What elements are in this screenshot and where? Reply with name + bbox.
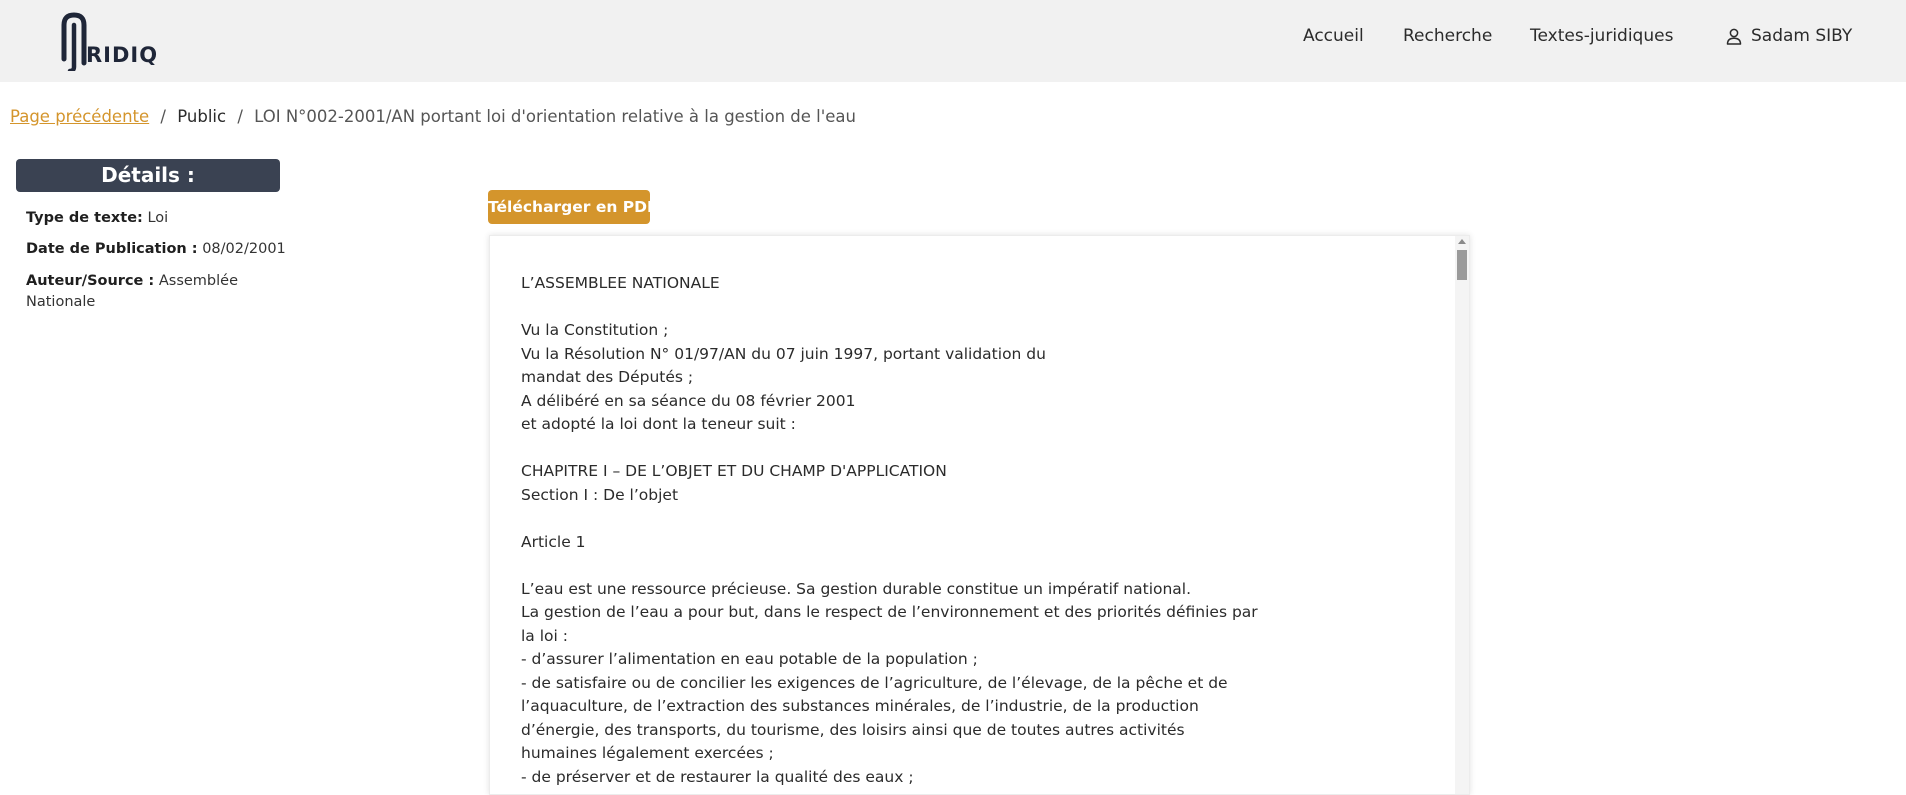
- document-text: L’ASSEMBLEE NATIONALE Vu la Constitution …: [521, 272, 1341, 789]
- nav-link-legal-texts[interactable]: Textes-juridiques: [1530, 26, 1673, 46]
- document-line: - d’assurer l’alimentation en eau potabl…: [521, 650, 978, 668]
- site-logo[interactable]: RIDIQ: [58, 11, 158, 71]
- document-line: - de satisfaire ou de concilier les exig…: [521, 673, 1228, 692]
- breadcrumb: Page précédente / Public / LOI N°002-200…: [10, 107, 856, 126]
- scroll-up-icon[interactable]: [1458, 239, 1466, 244]
- detail-publication-date: Date de Publication : 08/02/2001: [26, 239, 286, 260]
- logo-text: RIDIQ: [86, 43, 159, 67]
- top-navbar: RIDIQ Accueil Recherche Textes-juridique…: [0, 0, 1906, 82]
- document-line: Article 1: [521, 532, 586, 551]
- document-line: et adopté la loi dont la teneur suit :: [521, 415, 796, 433]
- user-menu[interactable]: Sadam SIBY: [1726, 26, 1852, 46]
- detail-label: Type de texte:: [26, 210, 143, 226]
- download-pdf-button[interactable]: Télécharger en PDF: [488, 190, 658, 224]
- user-name: Sadam SIBY: [1751, 26, 1853, 46]
- document-line: Vu la Constitution ;: [521, 321, 669, 339]
- detail-value: Loi: [147, 210, 169, 226]
- detail-value: 08/02/2001: [202, 241, 286, 257]
- detail-text-type: Type de texte: Loi: [26, 208, 168, 229]
- details-heading: Détails :: [16, 159, 280, 192]
- detail-label: Date de Publication :: [26, 241, 198, 257]
- breadcrumb-current: LOI N°002-2001/AN portant loi d'orientat…: [254, 107, 856, 126]
- document-line: la loi :: [521, 626, 568, 645]
- document-scrollbar[interactable]: [1455, 236, 1469, 794]
- document-line: Vu la Résolution N° 01/97/AN du 07 juin …: [521, 344, 1046, 363]
- document-line: mandat des Députés ;: [521, 368, 694, 386]
- document-line: Section I : De l’objet: [521, 485, 679, 504]
- nav-link-home[interactable]: Accueil: [1303, 26, 1364, 46]
- document-line: l’aquaculture, de l’extraction des subst…: [521, 697, 1199, 715]
- document-line: A délibéré en sa séance du 08 février 20…: [521, 391, 856, 410]
- detail-value: Assemblée: [158, 273, 238, 289]
- document-line: L’eau est une ressource précieuse. Sa ge…: [521, 579, 1192, 598]
- detail-value: Nationale: [26, 294, 96, 310]
- document-line: humaines légalement exercées ;: [521, 744, 774, 762]
- breadcrumb-back-link[interactable]: Page précédente: [10, 107, 149, 126]
- detail-author-source: Auteur/Source : Assemblée Nationale: [26, 271, 238, 313]
- document-line: L’ASSEMBLEE NATIONALE: [521, 274, 720, 292]
- breadcrumb-public[interactable]: Public: [177, 107, 226, 126]
- document-line: CHAPITRE I – DE L’OBJET ET DU CHAMP D'AP…: [521, 462, 947, 480]
- document-viewer[interactable]: L’ASSEMBLEE NATIONALE Vu la Constitution …: [489, 235, 1470, 795]
- scroll-thumb[interactable]: [1457, 250, 1467, 280]
- breadcrumb-separator: /: [160, 107, 166, 126]
- breadcrumb-separator: /: [237, 107, 243, 126]
- document-line: d’énergie, des transports, du tourisme, …: [521, 720, 1185, 739]
- document-line: - de préserver et de restaurer la qualit…: [521, 767, 914, 786]
- detail-label: Auteur/Source :: [26, 273, 155, 289]
- document-line: La gestion de l’eau a pour but, dans le …: [521, 603, 1258, 621]
- user-icon: [1726, 28, 1742, 45]
- nav-link-search[interactable]: Recherche: [1403, 26, 1492, 46]
